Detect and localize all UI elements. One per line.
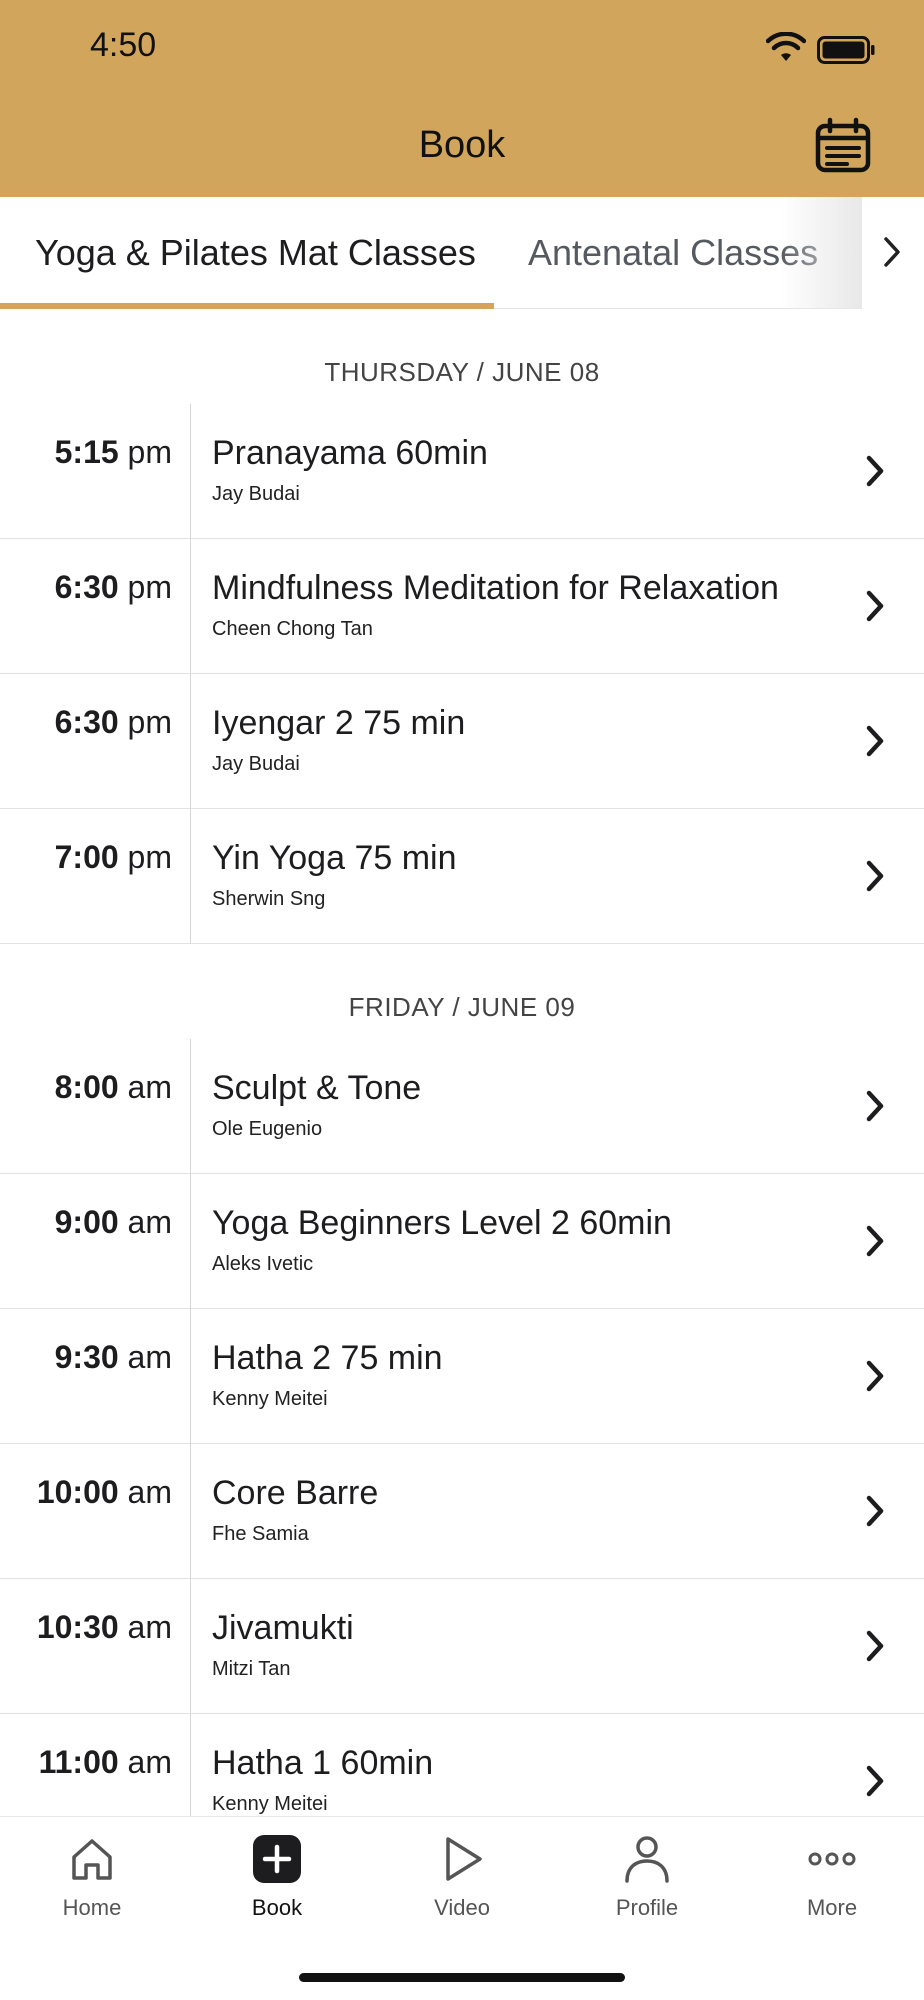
chevron-right-icon <box>866 590 884 622</box>
tab-antenatal[interactable]: Antenatal Classes <box>528 197 818 309</box>
class-time: 10:00 am <box>36 1474 172 1510</box>
chevron-right-icon <box>866 455 884 487</box>
chevron-right-icon <box>866 1495 884 1527</box>
class-name: Sculpt & Tone <box>212 1069 422 1107</box>
category-tabs: Yoga & Pilates Mat Classes Antenatal Cla… <box>0 197 924 309</box>
class-row[interactable]: 9:30 am Hatha 2 75 min Kenny Meitei <box>0 1309 924 1444</box>
home-icon <box>72 1839 112 1880</box>
row-divider <box>190 1039 191 1174</box>
class-name: Hatha 1 60min <box>212 1744 434 1782</box>
class-row[interactable]: 10:30 am Jivamukti Mitzi Tan <box>0 1579 924 1714</box>
chevron-right-icon <box>866 1360 884 1392</box>
row-divider <box>190 404 191 539</box>
tab-scroll-fade <box>780 197 862 309</box>
chevron-right-icon <box>884 237 900 267</box>
day-header: FRIDAY / JUNE 09 <box>348 992 576 1022</box>
class-name: Yin Yoga 75 min <box>212 839 457 877</box>
class-teacher: Kenny Meitei <box>212 1388 328 1410</box>
row-divider <box>190 1174 191 1309</box>
nav-label: Profile <box>615 1895 679 1920</box>
chevron-right-icon <box>866 1630 884 1662</box>
nav-video[interactable]: Video <box>370 1817 554 1937</box>
row-divider <box>190 674 191 809</box>
chevron-right-icon <box>866 1225 884 1257</box>
row-divider <box>190 539 191 674</box>
class-name: Hatha 2 75 min <box>212 1339 443 1377</box>
status-time: 4:50 <box>90 26 157 64</box>
nav-home[interactable]: Home <box>0 1817 184 1937</box>
row-divider <box>190 809 191 944</box>
class-time: 9:00 am <box>54 1204 172 1240</box>
nav-label: Book <box>251 1895 303 1920</box>
battery-icon <box>817 36 875 64</box>
tab-yoga-pilates[interactable]: Yoga & Pilates Mat Classes <box>35 197 476 309</box>
chevron-right-icon <box>866 1090 884 1122</box>
nav-label: Video <box>434 1895 490 1920</box>
class-teacher: Aleks Ivetic <box>212 1253 314 1275</box>
class-row[interactable]: 6:30 pm Iyengar 2 75 min Jay Budai <box>0 674 924 809</box>
class-time: 6:30 pm <box>54 569 172 605</box>
class-row[interactable]: 7:00 pm Yin Yoga 75 min Sherwin Sng <box>0 809 924 944</box>
row-divider <box>190 1579 191 1714</box>
class-time: 11:00 am <box>38 1744 172 1780</box>
active-tab-indicator <box>0 303 494 309</box>
home-indicator <box>299 1973 625 1982</box>
more-dots-icon <box>808 1852 856 1866</box>
class-teacher: Mitzi Tan <box>212 1658 291 1680</box>
class-time: 6:30 pm <box>54 704 172 740</box>
class-row[interactable]: 8:00 am Sculpt & Tone Ole Eugenio <box>0 1039 924 1174</box>
nav-label: Home <box>62 1895 122 1920</box>
tabs-next-button[interactable] <box>862 197 924 309</box>
calendar-icon[interactable] <box>814 117 872 175</box>
class-row[interactable]: 5:15 pm Pranayama 60min Jay Budai <box>0 404 924 539</box>
class-row[interactable]: 9:00 am Yoga Beginners Level 2 60min Ale… <box>0 1174 924 1309</box>
class-teacher: Jay Budai <box>212 753 300 775</box>
class-teacher: Cheen Chong Tan <box>212 618 373 640</box>
class-teacher: Jay Budai <box>212 483 300 505</box>
class-time: 8:00 am <box>54 1069 172 1105</box>
class-time: 5:15 pm <box>54 434 172 470</box>
chevron-right-icon <box>866 860 884 892</box>
nav-more[interactable]: More <box>740 1817 924 1937</box>
play-icon <box>446 1837 482 1881</box>
nav-book[interactable]: Book <box>185 1817 369 1937</box>
class-name: Core Barre <box>212 1474 379 1512</box>
class-name: Mindfulness Meditation for Relaxation <box>212 569 779 607</box>
person-icon <box>625 1836 669 1883</box>
class-time: 10:30 am <box>36 1609 172 1645</box>
class-name: Pranayama 60min <box>212 434 488 472</box>
class-row[interactable]: 10:00 am Core Barre Fhe Samia <box>0 1444 924 1579</box>
page-title: Book <box>418 124 506 166</box>
class-name: Jivamukti <box>212 1609 354 1647</box>
class-row[interactable]: 6:30 pm Mindfulness Meditation for Relax… <box>0 539 924 674</box>
class-teacher: Sherwin Sng <box>212 888 326 910</box>
row-divider <box>190 1444 191 1579</box>
plus-square-icon <box>253 1835 301 1883</box>
class-name: Yoga Beginners Level 2 60min <box>212 1204 672 1242</box>
chevron-right-icon <box>866 1765 884 1797</box>
nav-label: More <box>806 1895 858 1920</box>
row-divider <box>190 1309 191 1444</box>
class-teacher: Fhe Samia <box>212 1523 309 1545</box>
day-header: THURSDAY / JUNE 08 <box>324 357 600 387</box>
nav-profile[interactable]: Profile <box>555 1817 739 1937</box>
class-name: Iyengar 2 75 min <box>212 704 466 742</box>
app-header: 4:50 Book <box>0 0 924 197</box>
class-time: 9:30 am <box>54 1339 172 1375</box>
class-teacher: Kenny Meitei <box>212 1793 328 1815</box>
chevron-right-icon <box>866 725 884 757</box>
class-time: 7:00 pm <box>54 839 172 875</box>
wifi-icon <box>766 32 806 61</box>
class-teacher: Ole Eugenio <box>212 1118 323 1140</box>
